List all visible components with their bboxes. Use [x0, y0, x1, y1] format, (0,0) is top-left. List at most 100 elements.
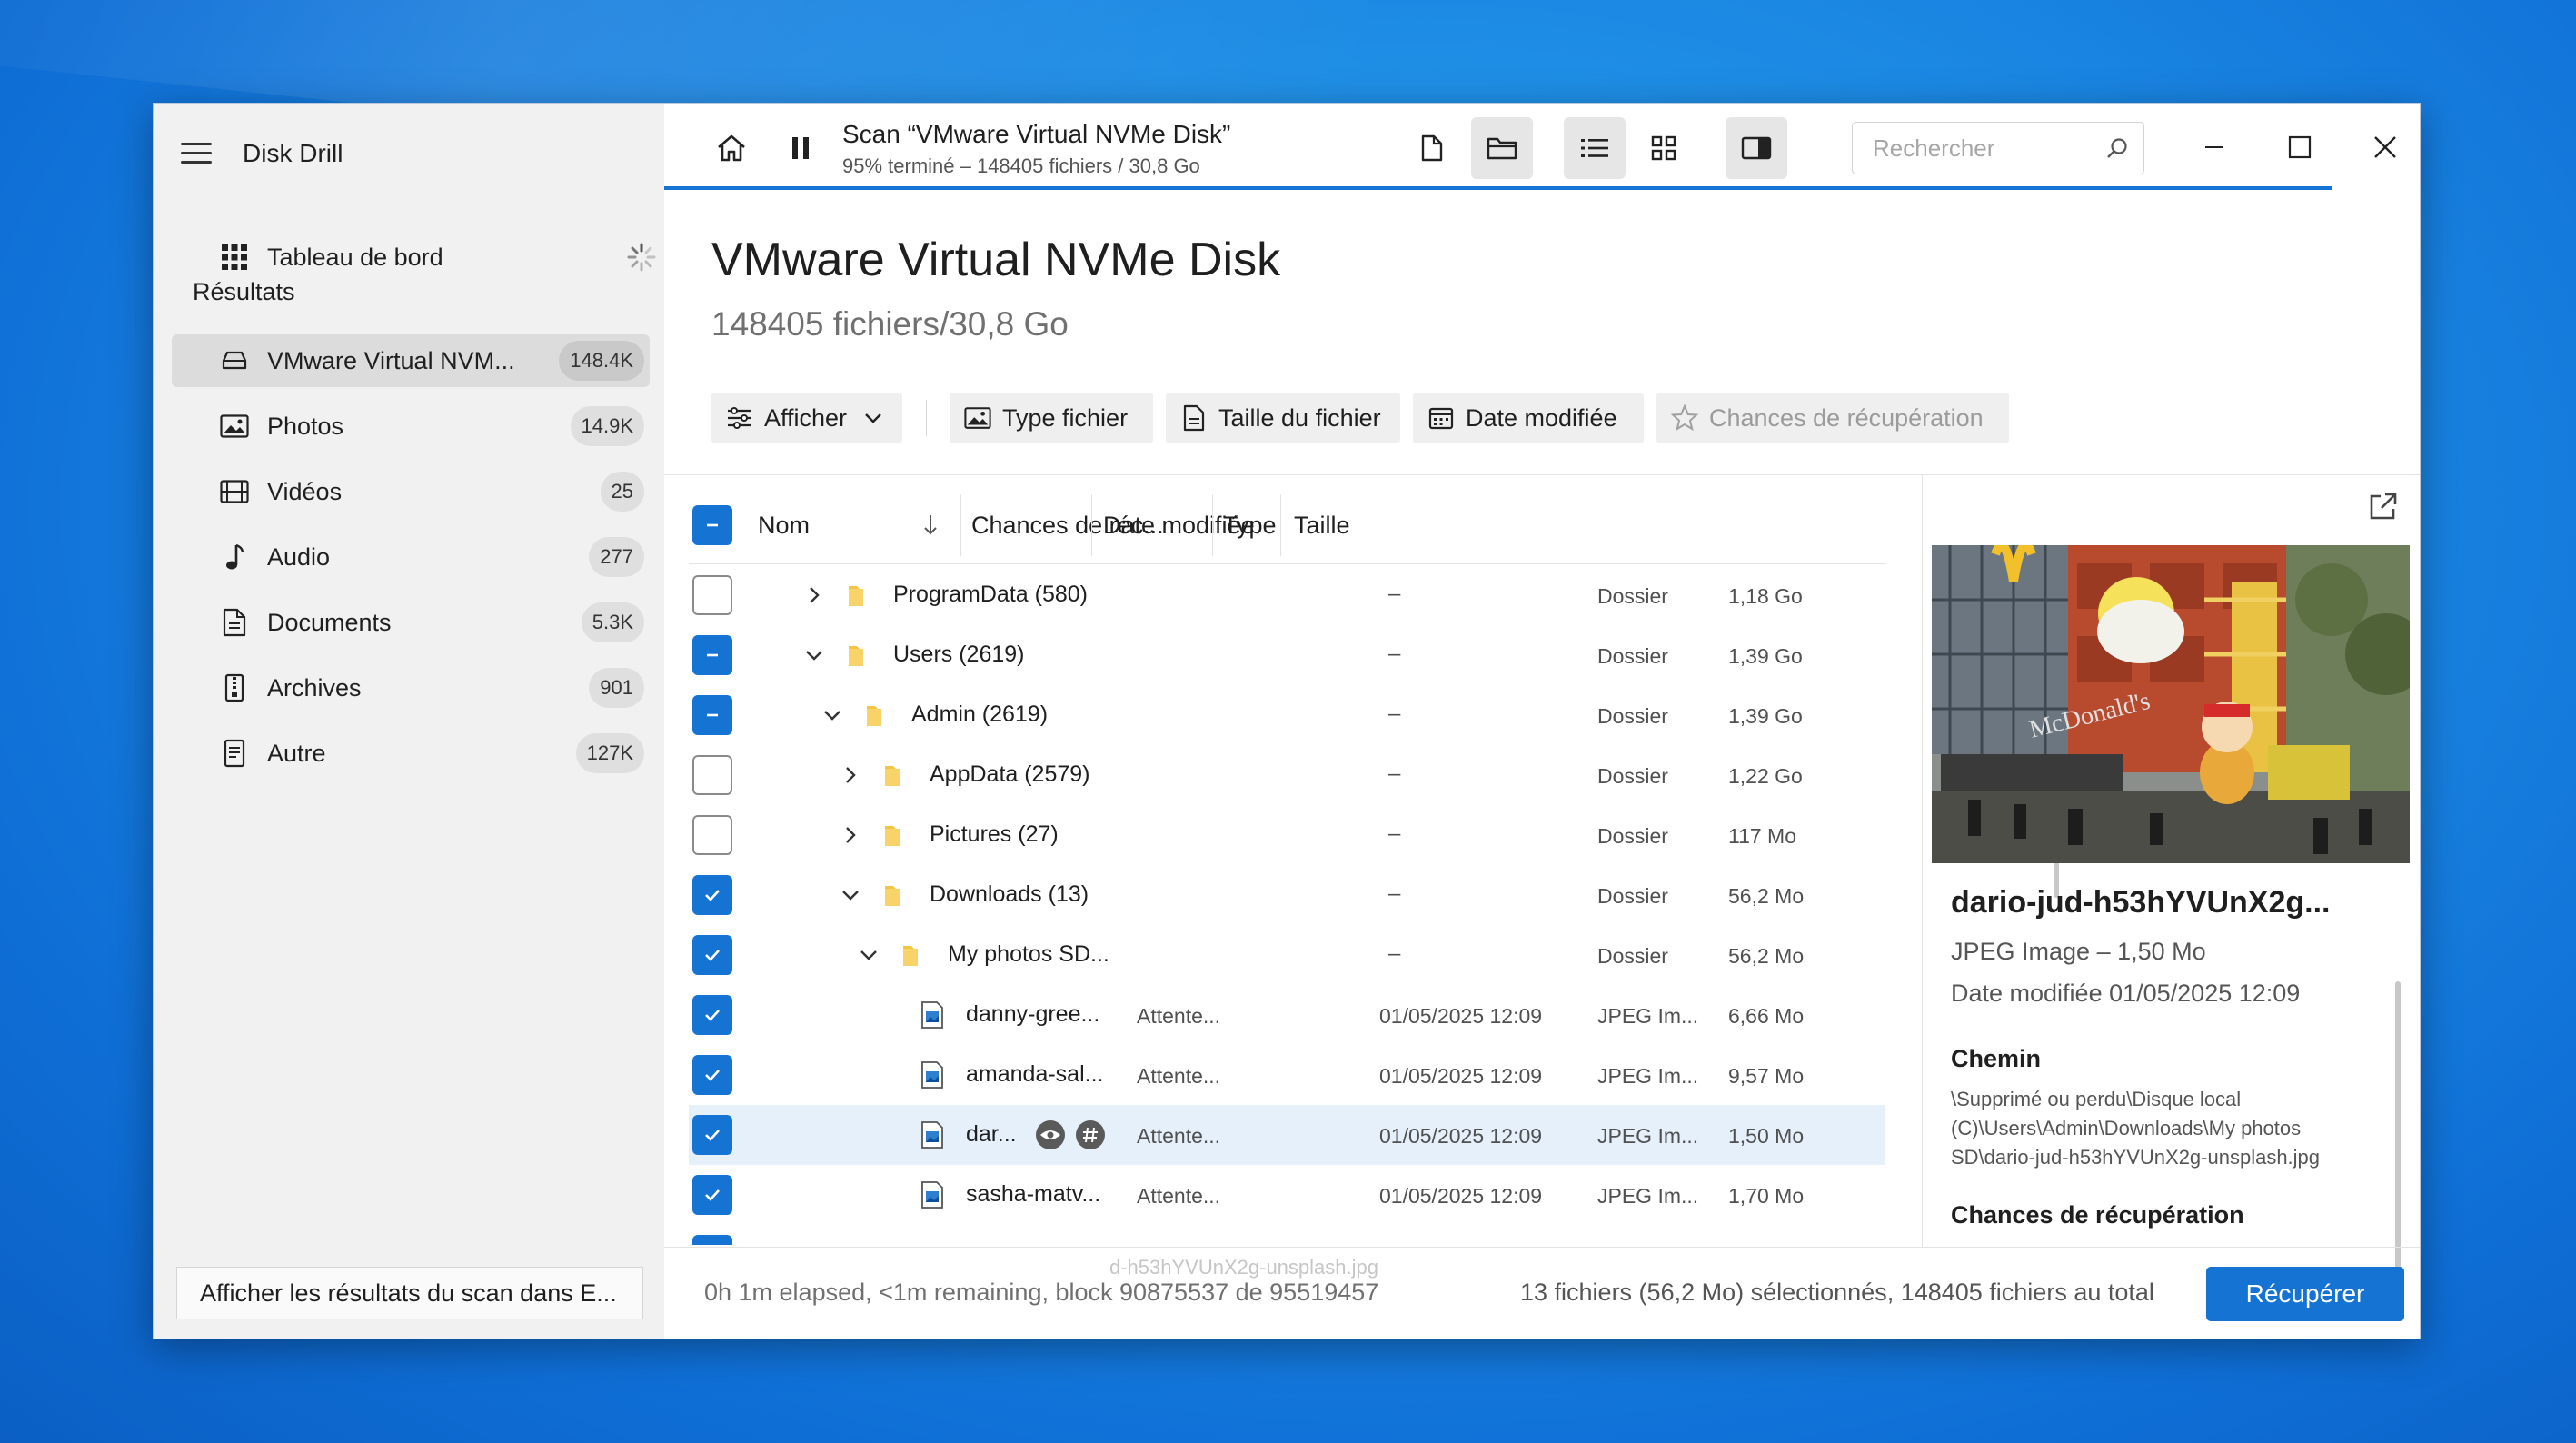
table-row[interactable]: amanda-sal... Attente... 01/05/2025 12:0… [689, 1045, 1885, 1105]
show-results-in-explorer-button[interactable]: Afficher les résultats du scan dans E... [176, 1267, 643, 1319]
row-checkbox[interactable] [692, 575, 732, 615]
sidebar: Disk Drill Tableau de bord Résultats VMw… [154, 104, 664, 1339]
file-view-button[interactable] [1401, 117, 1463, 179]
row-size: 1,39 Go [1728, 704, 1803, 728]
file-size-filter[interactable]: Taille du fichier [1166, 393, 1400, 443]
row-name: dar... [966, 1121, 1017, 1147]
row-checkbox[interactable] [692, 995, 732, 1035]
app-title: Disk Drill [243, 139, 343, 167]
sidebar-item-archives[interactable]: Archives 901 [172, 662, 650, 714]
table-row[interactable]: AppData (2579) – Dossier 1,22 Go [689, 745, 1885, 805]
preview-eye-icon[interactable] [1036, 1120, 1065, 1149]
checkmark-icon [705, 1130, 720, 1141]
row-checkbox[interactable] [692, 755, 732, 795]
sidebar-item-vmware-disk[interactable]: VMware Virtual NVM... 148.4K [172, 334, 650, 387]
row-size: 6,66 Mo [1728, 1004, 1805, 1028]
sidebar-item-label: Photos [267, 412, 344, 440]
chevron-right-icon[interactable] [838, 822, 863, 848]
chevron-down-icon[interactable] [801, 642, 827, 668]
star-icon [1671, 404, 1698, 432]
chevron-down-icon[interactable] [820, 702, 845, 728]
sort-descending-icon[interactable] [921, 487, 940, 563]
count-badge: 5.3K [581, 602, 644, 642]
preview-pane-toggle[interactable] [1726, 117, 1787, 179]
close-icon [2374, 136, 2396, 158]
recover-button[interactable]: Récupérer [2206, 1267, 2404, 1321]
search-input[interactable] [1871, 134, 2102, 164]
chevron-right-icon[interactable] [838, 762, 863, 788]
sidebar-item-photos[interactable]: Photos 14.9K [172, 400, 650, 453]
show-filter-dropdown[interactable]: Afficher [711, 393, 902, 443]
table-row-partial[interactable] [689, 1225, 1885, 1245]
search-field[interactable] [1852, 122, 2144, 174]
folder-icon [903, 946, 918, 966]
sidebar-item-label: Autre [267, 739, 326, 767]
row-checkbox[interactable] [692, 1115, 732, 1155]
row-checkbox[interactable] [692, 935, 732, 975]
table-row[interactable]: Admin (2619) – Dossier 1,39 Go [689, 685, 1885, 745]
sidebar-item-dashboard[interactable]: Tableau de bord [172, 231, 656, 284]
table-row[interactable]: Users (2619) – Dossier 1,39 Go [689, 625, 1885, 685]
grid-view-button[interactable] [1633, 117, 1695, 179]
row-size: 9,57 Mo [1728, 1064, 1805, 1088]
table-row-selected[interactable]: dar... Attente... 01/05/2025 12:09 JPEG … [689, 1105, 1885, 1165]
row-checkbox[interactable] [692, 635, 732, 675]
column-header-size[interactable]: Taille [1294, 487, 1350, 563]
column-header-type[interactable]: Type [1223, 487, 1277, 563]
date-modified-filter[interactable]: Date modifiée [1413, 393, 1644, 443]
row-name: My photos SD... [948, 941, 1109, 967]
row-chances: Attente... [1137, 1004, 1221, 1028]
table-row[interactable]: Downloads (13) – Dossier 56,2 Mo [689, 865, 1885, 925]
row-checkbox[interactable] [692, 695, 732, 735]
open-external-icon[interactable] [2366, 491, 2399, 523]
row-date: – [1388, 881, 1401, 906]
pause-button[interactable] [770, 117, 831, 179]
row-date: – [1388, 761, 1401, 786]
row-checkbox[interactable] [692, 815, 732, 855]
row-checkbox[interactable] [692, 875, 732, 915]
chevron-right-icon[interactable] [801, 582, 827, 608]
maximize-icon [2288, 135, 2312, 159]
table-row[interactable]: ProgramData (580) – Dossier 1,18 Go [689, 565, 1885, 625]
divider [664, 1247, 2420, 1248]
row-size: 1,70 Mo [1728, 1184, 1805, 1208]
row-type: Dossier [1597, 764, 1668, 788]
sidebar-item-audio[interactable]: Audio 277 [172, 531, 650, 583]
row-chances: Attente... [1137, 1124, 1221, 1148]
list-view-button[interactable] [1564, 117, 1626, 179]
checkmark-icon [705, 1010, 720, 1021]
folder-icon [849, 646, 863, 666]
image-file-icon [921, 1121, 943, 1149]
chevron-down-icon[interactable] [856, 942, 881, 968]
table-row[interactable]: danny-gree... Attente... 01/05/2025 12:0… [689, 985, 1885, 1045]
folder-view-button[interactable] [1471, 117, 1533, 179]
preview-scrollbar[interactable] [2395, 981, 2401, 1305]
hash-icon[interactable] [1076, 1120, 1105, 1149]
sidebar-item-videos[interactable]: Vidéos 25 [172, 465, 650, 518]
table-row[interactable]: My photos SD... – Dossier 56,2 Mo [689, 925, 1885, 985]
count-badge: 127K [575, 733, 644, 773]
other-file-icon [219, 738, 250, 769]
preview-image: McDonald's [1932, 545, 2410, 863]
file-type-filter[interactable]: Type fichier [950, 393, 1153, 443]
sidebar-item-documents[interactable]: Documents 5.3K [172, 596, 650, 649]
maximize-button[interactable] [2273, 120, 2327, 174]
column-header-name[interactable]: Nom [758, 487, 810, 563]
row-checkbox[interactable] [692, 1055, 732, 1095]
home-button[interactable] [701, 117, 762, 179]
sidebar-item-other[interactable]: Autre 127K [172, 727, 650, 780]
table-row[interactable]: sasha-matv... Attente... 01/05/2025 12:0… [689, 1165, 1885, 1225]
select-all-checkbox[interactable] [692, 505, 732, 545]
chevron-down-icon[interactable] [838, 882, 863, 908]
close-button[interactable] [2358, 120, 2412, 174]
row-name: danny-gree... [966, 1001, 1100, 1027]
row-checkbox[interactable] [692, 1175, 732, 1215]
minimize-button[interactable] [2187, 120, 2242, 174]
hamburger-menu-icon[interactable] [181, 143, 212, 164]
table-row[interactable]: Pictures (27) – Dossier 117 Mo [689, 805, 1885, 865]
main-panel: Scan “VMware Virtual NVMe Disk” 95% term… [664, 104, 2420, 1339]
drive-icon [219, 345, 250, 376]
row-checkbox[interactable] [692, 1235, 732, 1245]
row-chances: Attente... [1137, 1184, 1221, 1208]
recovery-chances-filter[interactable]: Chances de récupération [1656, 393, 2009, 443]
